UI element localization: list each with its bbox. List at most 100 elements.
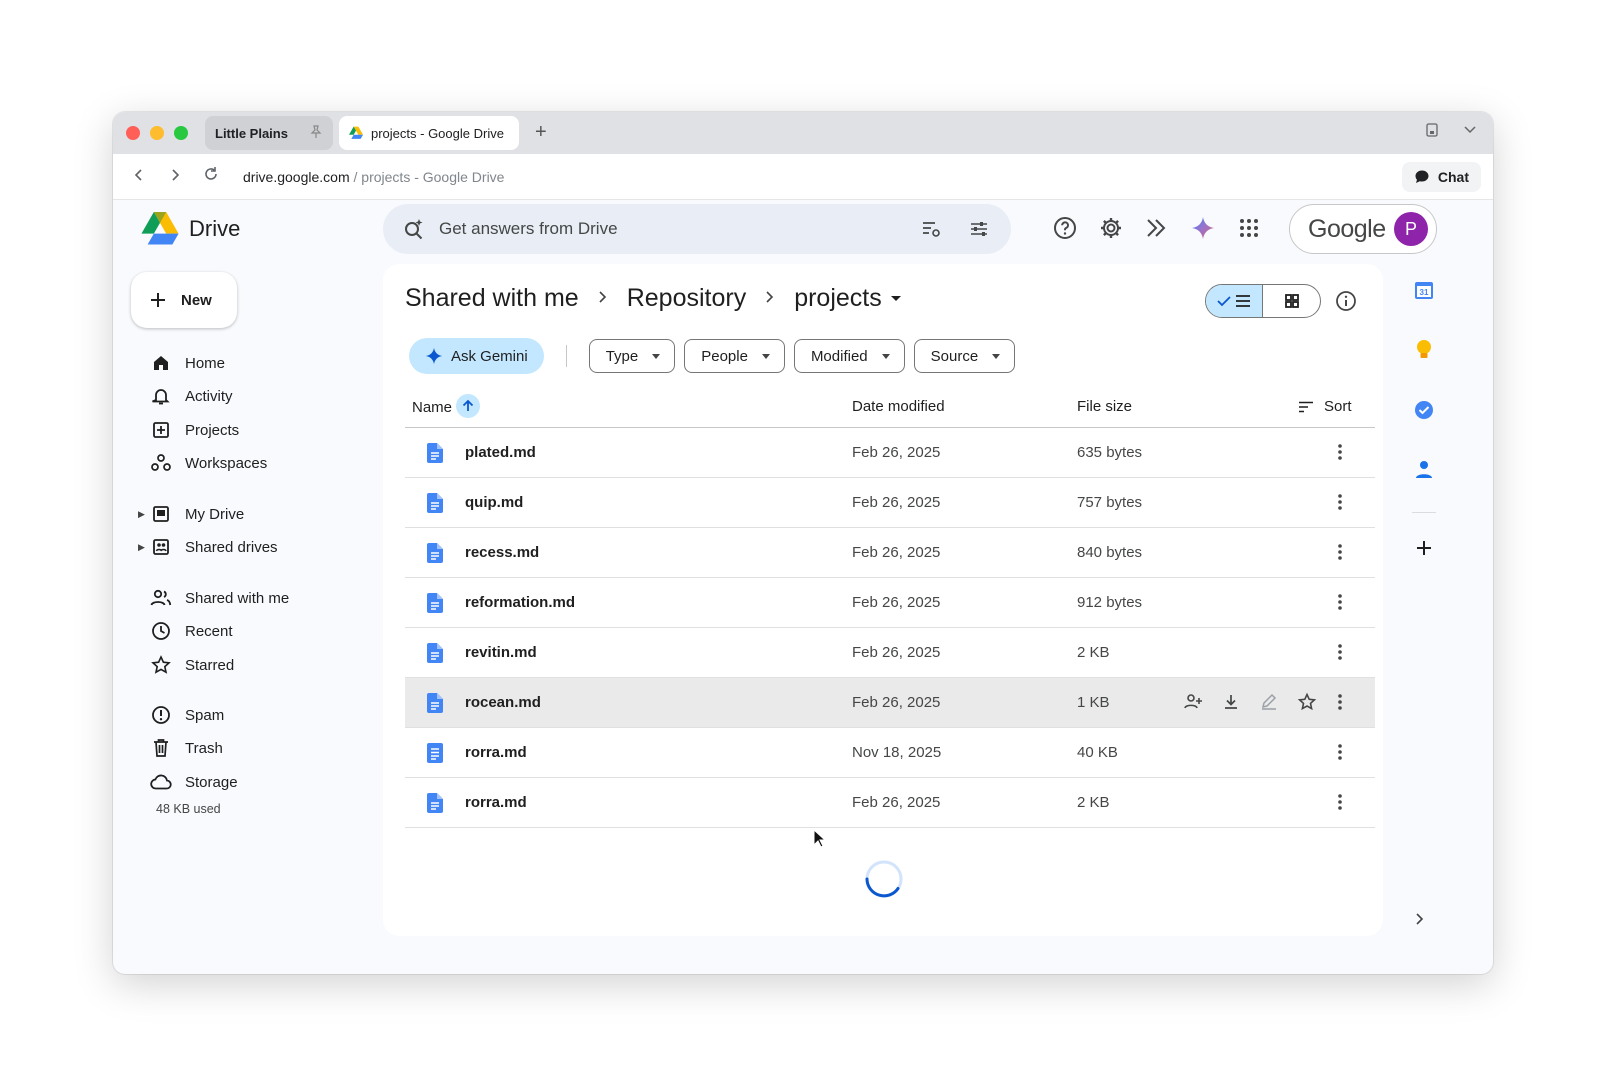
google-doc-icon: [427, 743, 443, 767]
close-window-button[interactable]: [126, 126, 140, 140]
doc-icon: [427, 543, 443, 567]
more-options-icon[interactable]: [1337, 592, 1343, 616]
more-options-icon[interactable]: [1337, 742, 1343, 766]
breadcrumb-shared-with-me[interactable]: Shared with me: [405, 284, 579, 313]
file-size: 757 bytes: [1077, 494, 1143, 511]
sidebar-item-workspaces[interactable]: Workspaces: [131, 447, 361, 479]
minimize-window-button[interactable]: [150, 126, 164, 140]
tasks-icon[interactable]: [1414, 400, 1434, 425]
drive-favicon-icon: [349, 126, 363, 139]
filter-people[interactable]: People: [684, 339, 785, 373]
sort-button[interactable]: Sort: [1298, 398, 1352, 415]
sidebar-item-trash[interactable]: Trash: [131, 732, 361, 764]
breadcrumb-repository[interactable]: Repository: [627, 284, 747, 313]
sidebar-item-recent[interactable]: Recent: [131, 615, 361, 647]
star-icon[interactable]: [1297, 692, 1317, 716]
table-row[interactable]: rorra.md Feb 26, 2025 2 KB: [405, 778, 1375, 828]
gear-icon[interactable]: [1099, 216, 1123, 240]
table-row[interactable]: rorra.md Nov 18, 2025 40 KB: [405, 728, 1375, 778]
filter-source[interactable]: Source: [913, 339, 1016, 373]
sort-ascending-icon[interactable]: [456, 394, 481, 418]
file-date: Feb 26, 2025: [852, 594, 941, 611]
maximize-window-button[interactable]: [174, 126, 188, 140]
more-options-icon[interactable]: [1337, 792, 1343, 816]
tab-search-icon[interactable]: [1425, 122, 1439, 141]
avatar[interactable]: P: [1394, 212, 1428, 246]
column-date-modified[interactable]: Date modified: [852, 398, 945, 415]
file-name: reformation.md: [465, 594, 576, 611]
rename-icon[interactable]: [1259, 692, 1279, 716]
expand-caret-icon[interactable]: ▶: [138, 542, 145, 553]
doc-icon: [427, 443, 443, 467]
sidebar-item-home[interactable]: Home: [131, 347, 361, 379]
table-row[interactable]: plated.md Feb 26, 2025 635 bytes: [405, 428, 1375, 478]
filter-type[interactable]: Type: [588, 339, 676, 373]
account-switcher[interactable]: Google P: [1289, 204, 1437, 254]
ask-gemini-button[interactable]: Ask Gemini: [409, 338, 544, 374]
url-field[interactable]: drive.google.com / projects - Google Dri…: [243, 169, 504, 185]
info-icon[interactable]: [1335, 290, 1357, 317]
table-row[interactable]: revitin.md Feb 26, 2025 2 KB: [405, 628, 1375, 678]
share-icon[interactable]: [1183, 692, 1203, 716]
file-size: 40 KB: [1077, 744, 1118, 761]
sidebar-item-storage[interactable]: Storage: [131, 766, 361, 798]
contacts-icon[interactable]: [1415, 459, 1433, 484]
keep-icon[interactable]: [1415, 339, 1433, 366]
file-date: Feb 26, 2025: [852, 444, 941, 461]
breadcrumb-current-folder[interactable]: projects: [794, 284, 902, 313]
column-name[interactable]: Name: [412, 394, 481, 418]
more-options-icon[interactable]: [1337, 492, 1343, 516]
column-file-size[interactable]: File size: [1077, 398, 1132, 415]
add-addon-icon[interactable]: [1415, 539, 1433, 562]
search-bar[interactable]: Get answers from Drive: [383, 204, 1011, 254]
table-row[interactable]: recess.md Feb 26, 2025 840 bytes: [405, 528, 1375, 578]
sidebar-item-activity[interactable]: Activity: [131, 380, 361, 412]
new-button[interactable]: New: [131, 272, 237, 328]
tab-little-plains[interactable]: Little Plains: [205, 116, 333, 150]
chat-button[interactable]: Chat: [1401, 162, 1481, 192]
calendar-icon[interactable]: 31: [1414, 280, 1434, 305]
apps-grid-icon[interactable]: [1237, 216, 1261, 240]
sort-label: Sort: [1324, 398, 1352, 415]
grid-view-button[interactable]: [1263, 285, 1320, 317]
more-options-icon[interactable]: [1337, 442, 1343, 466]
new-tab-button[interactable]: +: [535, 121, 547, 144]
tab-projects-drive[interactable]: projects - Google Drive: [339, 116, 519, 150]
sidebar-item-starred[interactable]: Starred: [131, 649, 361, 681]
pin-icon[interactable]: [309, 124, 323, 142]
forward-button[interactable]: [157, 167, 193, 187]
reload-button[interactable]: [193, 166, 229, 187]
filter-modified[interactable]: Modified: [793, 339, 905, 373]
chevron-right-icon[interactable]: [1415, 912, 1425, 929]
sidebar-item-spam[interactable]: Spam: [131, 699, 361, 731]
download-icon[interactable]: [1221, 692, 1241, 716]
help-icon[interactable]: [1053, 216, 1077, 240]
file-name: quip.md: [465, 494, 524, 511]
search-options-icon[interactable]: [967, 217, 991, 241]
table-row[interactable]: rocean.md Feb 26, 2025 1 KB: [405, 678, 1375, 728]
file-date: Feb 26, 2025: [852, 644, 941, 661]
my-drive-icon: [149, 505, 173, 523]
chevron-down-icon[interactable]: [1463, 122, 1477, 141]
search-input[interactable]: Get answers from Drive: [439, 219, 618, 239]
list-view-button[interactable]: [1206, 285, 1264, 317]
table-row[interactable]: quip.md Feb 26, 2025 757 bytes: [405, 478, 1375, 528]
sidebar-item-shared-drives[interactable]: ▶ Shared drives: [131, 531, 361, 563]
sidebar-item-projects[interactable]: Projects: [131, 414, 361, 446]
expand-caret-icon[interactable]: ▶: [138, 509, 145, 520]
drive-logo[interactable]: Drive: [141, 212, 240, 246]
table-row[interactable]: reformation.md Feb 26, 2025 912 bytes: [405, 578, 1375, 628]
sidebar-item-shared-with-me[interactable]: Shared with me: [131, 582, 361, 614]
divider: [1412, 512, 1436, 513]
gemini-icon[interactable]: [1191, 216, 1215, 240]
file-list: plated.md Feb 26, 2025 635 bytes quip.md…: [405, 428, 1375, 828]
offline-ready-icon[interactable]: [1145, 216, 1169, 240]
sidebar-item-my-drive[interactable]: ▶ My Drive: [131, 498, 361, 530]
more-options-icon[interactable]: [1337, 692, 1343, 716]
check-icon: [1217, 296, 1231, 307]
search-settings-icon[interactable]: [919, 217, 943, 241]
more-options-icon[interactable]: [1337, 642, 1343, 666]
back-button[interactable]: [121, 167, 157, 187]
more-options-icon[interactable]: [1337, 542, 1343, 566]
caret-down-icon: [881, 353, 890, 359]
